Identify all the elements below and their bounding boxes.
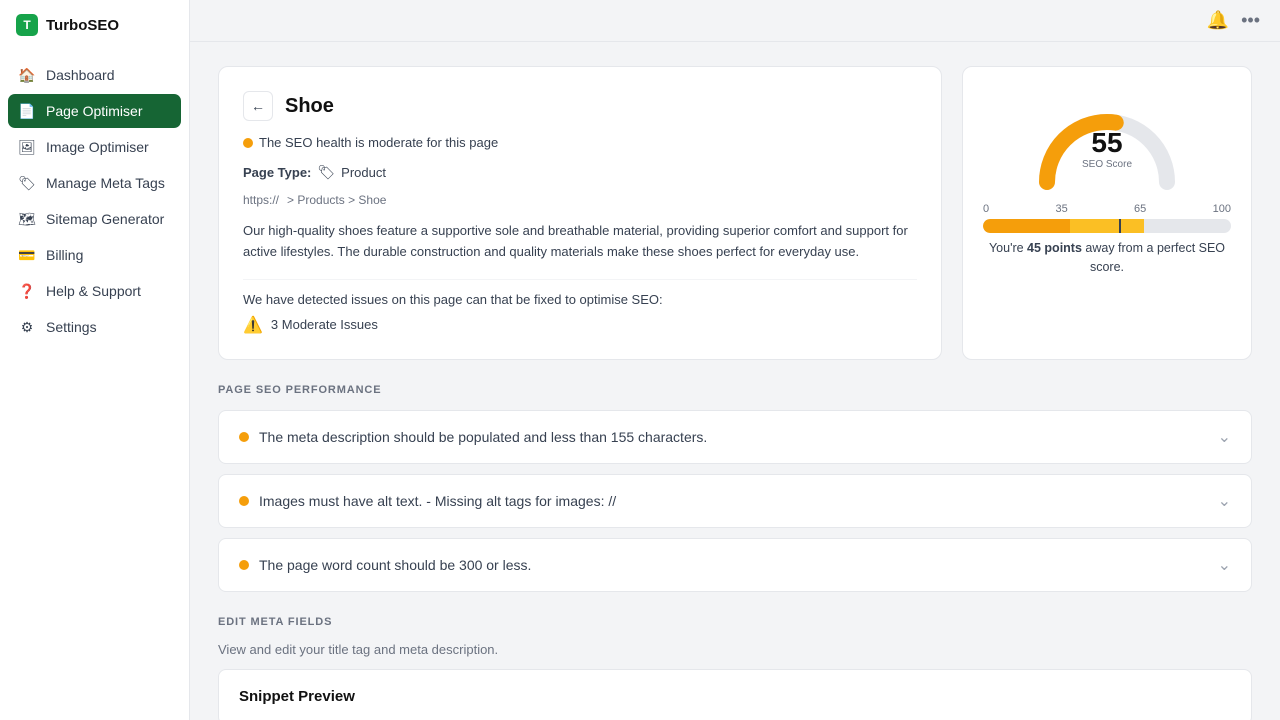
score-marker: [1119, 219, 1121, 233]
perf-item-text: Images must have alt text. - Missing alt…: [259, 493, 616, 509]
logo-icon: T: [16, 14, 38, 36]
dashboard-icon: 🏠: [18, 66, 36, 84]
page-title: Shoe: [285, 95, 334, 118]
score-message-suffix: away from a perfect SEO score.: [1082, 241, 1225, 274]
seo-score-value: 55: [1082, 129, 1132, 157]
chevron-down-icon: ⌄: [1218, 491, 1231, 511]
score-bar-track: [983, 219, 1231, 233]
meta-tags-icon: 🏷: [18, 174, 36, 192]
page-optimiser-icon: 📄: [18, 102, 36, 120]
sidebar-item-manage-meta-tags[interactable]: 🏷 Manage Meta Tags: [8, 166, 181, 200]
score-message-points: 45 points: [1027, 241, 1082, 255]
sidebar-item-sitemap-generator[interactable]: 🗺 Sitemap Generator: [8, 202, 181, 236]
sitemap-icon: 🗺: [18, 210, 36, 228]
bar-label-0: 0: [983, 203, 989, 215]
performance-section-header: PAGE SEO PERFORMANCE: [218, 384, 1252, 396]
issue-item: ⚠️ 3 Moderate Issues: [243, 315, 917, 335]
health-dot-icon: [243, 138, 253, 148]
warning-dot-icon: [239, 496, 249, 506]
snippet-preview-card: Snippet Preview: [218, 669, 1252, 720]
edit-meta-description: View and edit your title tag and meta de…: [218, 642, 1252, 657]
more-options-icon[interactable]: •••: [1241, 10, 1260, 31]
perf-item-meta-desc[interactable]: The meta description should be populated…: [218, 410, 1252, 464]
edit-meta-header: EDIT META FIELDS: [218, 616, 1252, 628]
sidebar-item-billing[interactable]: 💳 Billing: [8, 238, 181, 272]
sidebar-item-label: Help & Support: [46, 283, 141, 299]
health-badge: The SEO health is moderate for this page: [243, 135, 917, 150]
main-area: 🔔 ••• ← Shoe The SEO health is moderate …: [190, 0, 1280, 720]
score-bar-labels: 0 35 65 100: [983, 203, 1231, 215]
seo-score-card: 55 SEO Score 0 35 65 100: [962, 66, 1252, 360]
perf-item-left: The meta description should be populated…: [239, 429, 707, 445]
app-logo: T TurboSEO: [0, 0, 189, 50]
sidebar-item-label: Dashboard: [46, 67, 115, 83]
score-message: You're 45 points away from a perfect SEO…: [983, 239, 1231, 277]
page-description: Our high-quality shoes feature a support…: [243, 221, 917, 263]
bar-label-35: 35: [1055, 203, 1067, 215]
sidebar-item-help-support[interactable]: ❓ Help & Support: [8, 274, 181, 308]
page-type-row: Page Type: 🏷 Product: [243, 164, 917, 181]
perf-item-left: Images must have alt text. - Missing alt…: [239, 493, 616, 509]
sidebar: T TurboSEO 🏠 Dashboard 📄 Page Optimiser …: [0, 0, 190, 720]
health-text: The SEO health is moderate for this page: [259, 135, 498, 150]
chevron-down-icon: ⌄: [1218, 555, 1231, 575]
warning-dot-icon: [239, 560, 249, 570]
sidebar-item-label: Image Optimiser: [46, 139, 149, 155]
perf-item-left: The page word count should be 300 or les…: [239, 557, 531, 573]
url-row: https:// > Products > Shoe: [243, 193, 917, 207]
gauge-text: 55 SEO Score: [1082, 129, 1132, 170]
image-optimiser-icon: 🖼: [18, 138, 36, 156]
chevron-down-icon: ⌄: [1218, 427, 1231, 447]
app-name: TurboSEO: [46, 17, 119, 34]
gauge-chart: 55 SEO Score: [1027, 87, 1187, 187]
top-cards-row: ← Shoe The SEO health is moderate for th…: [218, 66, 1252, 360]
sidebar-item-label: Settings: [46, 319, 97, 335]
perf-item-alt-text[interactable]: Images must have alt text. - Missing alt…: [218, 474, 1252, 528]
edit-meta-section: EDIT META FIELDS View and edit your titl…: [218, 616, 1252, 720]
sidebar-item-label: Sitemap Generator: [46, 211, 164, 227]
sidebar-item-page-optimiser[interactable]: 📄 Page Optimiser: [8, 94, 181, 128]
warning-dot-icon: [239, 432, 249, 442]
seo-score-label: SEO Score: [1082, 159, 1132, 170]
issues-intro: We have detected issues on this page can…: [243, 292, 917, 307]
perf-item-word-count[interactable]: The page word count should be 300 or les…: [218, 538, 1252, 592]
page-type-label: Page Type:: [243, 165, 311, 180]
page-type-value: Product: [341, 165, 386, 180]
warning-icon: ⚠️: [243, 315, 263, 335]
content-area: ← Shoe The SEO health is moderate for th…: [190, 42, 1280, 720]
issues-count: 3 Moderate Issues: [271, 317, 378, 332]
score-bar-fill-red: [983, 219, 1070, 233]
sidebar-item-label: Manage Meta Tags: [46, 175, 165, 191]
help-icon: ❓: [18, 282, 36, 300]
score-bar-fill-orange: [1070, 219, 1144, 233]
sidebar-item-label: Page Optimiser: [46, 103, 142, 119]
perf-item-text: The page word count should be 300 or les…: [259, 557, 531, 573]
score-message-prefix: You're: [989, 241, 1027, 255]
notification-icon[interactable]: 🔔: [1207, 10, 1229, 31]
sidebar-item-label: Billing: [46, 247, 83, 263]
settings-icon: ⚙: [18, 318, 36, 336]
bar-label-65: 65: [1134, 203, 1146, 215]
page-url: https://: [243, 193, 279, 207]
billing-icon: 💳: [18, 246, 36, 264]
sidebar-nav: 🏠 Dashboard 📄 Page Optimiser 🖼 Image Opt…: [0, 50, 189, 704]
sidebar-item-dashboard[interactable]: 🏠 Dashboard: [8, 58, 181, 92]
sidebar-item-image-optimiser[interactable]: 🖼 Image Optimiser: [8, 130, 181, 164]
topbar: 🔔 •••: [190, 0, 1280, 42]
card-header: ← Shoe: [243, 91, 917, 121]
tag-icon: 🏷: [317, 164, 335, 181]
perf-item-text: The meta description should be populated…: [259, 429, 707, 445]
bar-label-100: 100: [1213, 203, 1231, 215]
issues-section: We have detected issues on this page can…: [243, 279, 917, 335]
snippet-preview-title: Snippet Preview: [239, 688, 355, 705]
sidebar-item-settings[interactable]: ⚙ Settings: [8, 310, 181, 344]
back-button[interactable]: ←: [243, 91, 273, 121]
score-bar-section: 0 35 65 100 You're 45 points away from a…: [983, 203, 1231, 277]
breadcrumb: > Products > Shoe: [287, 193, 386, 207]
page-info-card: ← Shoe The SEO health is moderate for th…: [218, 66, 942, 360]
